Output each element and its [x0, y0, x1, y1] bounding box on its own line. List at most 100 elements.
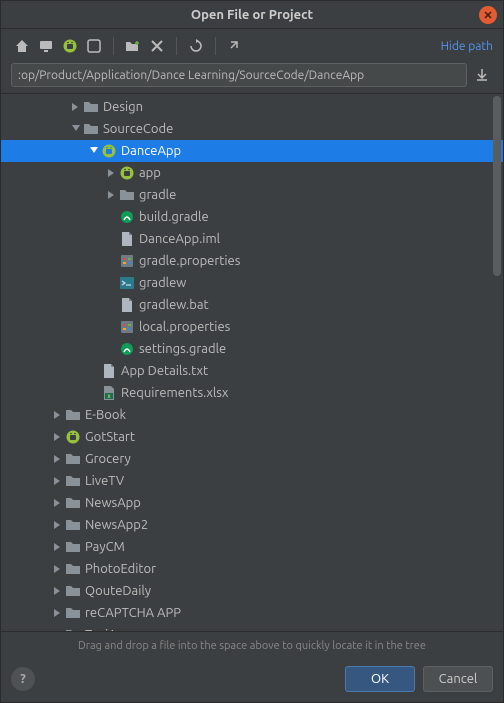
chevron-right-icon[interactable] [53, 498, 63, 508]
file-icon [101, 363, 117, 379]
tree-row[interactable]: LiveTV [1, 470, 503, 492]
chevron-right-icon[interactable] [107, 190, 117, 200]
project-button[interactable] [59, 35, 81, 57]
tree-row[interactable]: SourceCode [1, 118, 503, 140]
tree-row[interactable]: PhotoEditor [1, 558, 503, 580]
tree-row[interactable]: Design [1, 96, 503, 118]
delete-icon [150, 39, 164, 53]
tree-row[interactable]: app [1, 162, 503, 184]
android-icon [65, 429, 81, 445]
tree-row[interactable]: NewsApp [1, 492, 503, 514]
tree-item-label: gradle.properties [139, 254, 240, 268]
refresh-button[interactable] [185, 35, 207, 57]
delete-button[interactable] [146, 35, 168, 57]
folder-icon [65, 627, 81, 631]
tree-item-label: NewsApp [85, 496, 141, 510]
module-button[interactable] [83, 35, 105, 57]
chevron-right-icon[interactable] [53, 630, 63, 631]
folder-icon [65, 605, 81, 621]
toolbar-separator [176, 37, 177, 55]
folder-icon [83, 99, 99, 115]
tree-item-label: LiveTV [85, 474, 124, 488]
titlebar: Open File or Project [1, 1, 503, 29]
window-close-button[interactable] [479, 6, 497, 24]
tree-row[interactable]: gradlew [1, 272, 503, 294]
show-hidden-button[interactable] [224, 35, 246, 57]
tree-row[interactable]: gradlew.bat [1, 294, 503, 316]
tree-row[interactable]: local.properties [1, 316, 503, 338]
desktop-button[interactable] [35, 35, 57, 57]
path-input[interactable] [11, 63, 467, 87]
tree-row[interactable]: NewsApp2 [1, 514, 503, 536]
tree-row[interactable]: Requirements.xlsx [1, 382, 503, 404]
help-button[interactable]: ? [11, 667, 35, 691]
folder-icon [119, 187, 135, 203]
tree-row[interactable]: App Details.txt [1, 360, 503, 382]
android-icon [101, 143, 117, 159]
home-button[interactable] [11, 35, 33, 57]
tree-row[interactable]: DanceApp.iml [1, 228, 503, 250]
term-icon [119, 275, 135, 291]
folder-icon [65, 561, 81, 577]
desktop-icon [38, 38, 54, 54]
tree-row[interactable]: GotStart [1, 426, 503, 448]
tree-row[interactable]: QouteDaily [1, 580, 503, 602]
tree-item-label: SourceCode [103, 122, 173, 136]
tree-item-label: Grocery [85, 452, 131, 466]
props-icon [119, 319, 135, 335]
refresh-icon [188, 38, 204, 54]
android-icon [119, 165, 135, 181]
dialog-window: Open File or Project Hide path Design Sou… [0, 0, 504, 703]
dialog-title: Open File or Project [191, 8, 313, 22]
home-icon [14, 38, 30, 54]
tree-item-label: local.properties [139, 320, 230, 334]
tree-row[interactable]: gradle [1, 184, 503, 206]
module-icon [86, 38, 102, 54]
chevron-right-icon[interactable] [53, 520, 63, 530]
chevron-down-icon[interactable] [89, 146, 99, 156]
tree-row[interactable]: build.gradle [1, 206, 503, 228]
folder-icon [65, 407, 81, 423]
close-icon [484, 11, 492, 19]
file-tree[interactable]: Design SourceCode DanceApp appgradlebuild.g… [1, 94, 503, 631]
button-row: ? OK Cancel [1, 660, 503, 702]
path-history-button[interactable] [471, 64, 493, 86]
hide-path-link[interactable]: Hide path [441, 40, 493, 53]
tree-item-label: Design [103, 100, 143, 114]
scrollbar-thumb[interactable] [493, 96, 501, 276]
toolbar-separator [113, 37, 114, 55]
chevron-right-icon[interactable] [71, 102, 81, 112]
new-folder-button[interactable] [122, 35, 144, 57]
tree-item-label: QouteDaily [85, 584, 151, 598]
chevron-right-icon[interactable] [53, 564, 63, 574]
tree-row[interactable]: Grocery [1, 448, 503, 470]
tree-row[interactable]: gradle.properties [1, 250, 503, 272]
expand-icon [227, 38, 243, 54]
chevron-right-icon[interactable] [107, 168, 117, 178]
tree-row[interactable]: reCAPTCHA APP [1, 602, 503, 624]
tree-container: Design SourceCode DanceApp appgradlebuild.g… [1, 93, 503, 632]
ok-button[interactable]: OK [345, 666, 415, 692]
chevron-right-icon[interactable] [53, 542, 63, 552]
tree-row[interactable]: DanceApp [1, 140, 503, 162]
chevron-down-icon[interactable] [71, 124, 81, 134]
tree-item-label: DanceApp [121, 144, 181, 158]
chevron-right-icon[interactable] [53, 608, 63, 618]
chevron-right-icon[interactable] [53, 586, 63, 596]
chevron-right-icon[interactable] [53, 454, 63, 464]
gradle-icon [119, 209, 135, 225]
cancel-button[interactable]: Cancel [423, 666, 493, 692]
chevron-right-icon[interactable] [53, 410, 63, 420]
xlsx-icon [101, 385, 117, 401]
chevron-right-icon[interactable] [53, 476, 63, 486]
chevron-right-icon[interactable] [53, 432, 63, 442]
tree-item-label: PayCM [85, 540, 125, 554]
props-icon [119, 253, 135, 269]
tree-row[interactable]: settings.gradle [1, 338, 503, 360]
tree-item-label: TaxiApp [85, 628, 132, 631]
folder-icon [65, 583, 81, 599]
tree-row[interactable]: PayCM [1, 536, 503, 558]
tree-row[interactable]: TaxiApp [1, 624, 503, 631]
tree-row[interactable]: E-Book [1, 404, 503, 426]
drop-hint: Drag and drop a file into the space abov… [1, 632, 503, 660]
